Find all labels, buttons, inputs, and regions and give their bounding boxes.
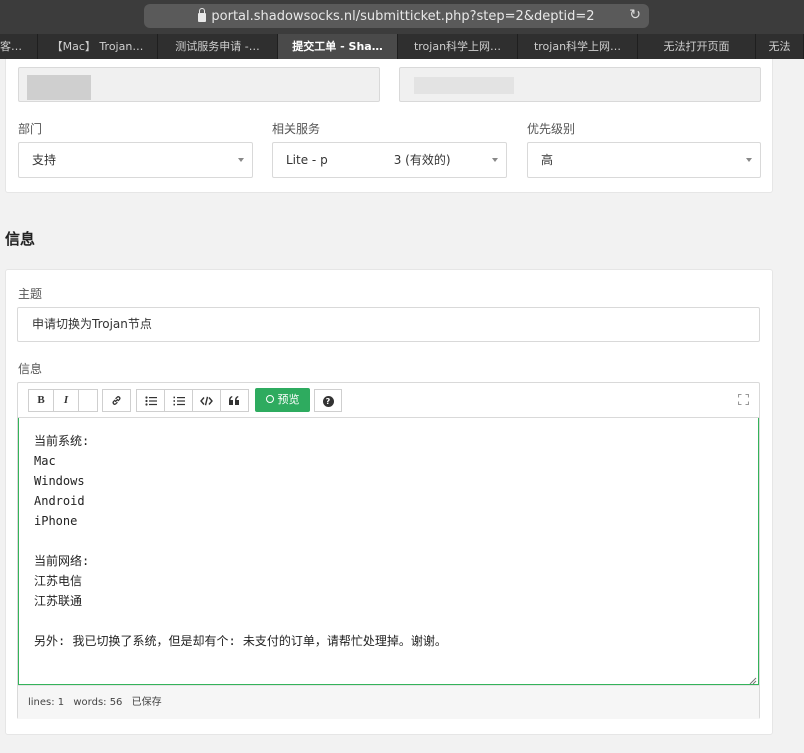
quote-icon — [229, 396, 239, 405]
url-text: portal.shadowsocks.nl/submitticket.php?s… — [211, 8, 595, 24]
priority-value: 高 — [541, 153, 554, 167]
code-button[interactable] — [192, 389, 221, 412]
section-title: 信息 — [5, 230, 36, 248]
bullet-list-icon — [144, 396, 157, 406]
editor-statusbar: lines: 1 words: 56 已保存 — [18, 685, 759, 719]
line-count: lines: 1 — [28, 697, 65, 708]
editor-toolbar: B I 预览 ? — [18, 383, 759, 418]
link-icon — [112, 396, 121, 405]
bold-button[interactable]: B — [28, 389, 54, 412]
priority-label: 优先级别 — [527, 122, 576, 136]
italic-button[interactable]: I — [53, 389, 79, 412]
fullscreen-icon[interactable] — [738, 394, 749, 405]
caret-down-icon — [238, 158, 244, 162]
service-label: 相关服务 — [272, 122, 321, 136]
caret-down-icon — [746, 158, 752, 162]
redacted-block — [27, 75, 91, 100]
service-value-prefix: Lite - p — [286, 153, 328, 167]
browser-tab[interactable]: trojan科学上网… — [398, 34, 518, 59]
quote-button[interactable] — [220, 389, 249, 412]
numbered-list-button[interactable] — [164, 389, 193, 412]
department-value: 支持 — [32, 153, 57, 167]
message-textarea[interactable]: 当前系统: Mac Windows Android iPhone 当前网络: 江… — [18, 418, 759, 685]
caret-down-icon — [492, 158, 498, 162]
browser-tab[interactable]: 无法 — [756, 34, 804, 59]
service-value-suffix: 3 (有效的) — [393, 153, 451, 167]
browser-tab[interactable]: 客… — [0, 34, 38, 59]
browser-tab-active[interactable]: 提交工单 - Sha… — [278, 34, 398, 59]
message-label: 信息 — [18, 362, 43, 376]
word-count: words: 56 — [73, 697, 123, 708]
address-bar[interactable]: portal.shadowsocks.nl/submitticket.php?s… — [144, 4, 649, 28]
search-icon — [265, 395, 274, 403]
resize-handle-icon[interactable] — [749, 677, 757, 685]
tab-bar: 客… 【Mac】 Trojan… 测试服务申请 -… 提交工单 - Sha… t… — [0, 34, 804, 59]
code-icon — [200, 396, 213, 406]
ticket-details-card: 部门 支持 相关服务 Lite - p 3 (有效的) 优先级别 高 — [5, 59, 773, 193]
department-select[interactable]: 支持 — [18, 142, 253, 178]
browser-tab[interactable]: 测试服务申请 -… — [158, 34, 278, 59]
preview-button[interactable]: 预览 — [255, 388, 310, 412]
redacted-block — [414, 77, 514, 94]
autosave-status: 已保存 — [131, 697, 162, 708]
browser-tab[interactable]: 无法打开页面 — [638, 34, 756, 59]
lock-icon — [198, 7, 207, 22]
question-icon: ? — [322, 396, 334, 407]
bullet-list-button[interactable] — [136, 389, 165, 412]
numbered-list-icon — [173, 396, 185, 406]
subject-input[interactable]: 申请切换为Trojan节点 — [17, 307, 760, 342]
reload-icon[interactable]: ↻ — [629, 7, 641, 23]
preview-label: 预览 — [277, 393, 300, 406]
help-button[interactable]: ? — [314, 389, 342, 412]
name-field[interactable] — [18, 67, 380, 102]
email-field[interactable] — [399, 67, 761, 102]
browser-tab[interactable]: 【Mac】 Trojan… — [38, 34, 158, 59]
markdown-editor: B I 预览 ? 当前系统: Mac Windows Android iPhon… — [17, 382, 760, 719]
redacted-block — [327, 153, 394, 168]
link-button[interactable] — [102, 389, 131, 412]
subject-label: 主题 — [18, 287, 43, 301]
heading-button[interactable] — [78, 389, 98, 412]
service-select[interactable]: Lite - p 3 (有效的) — [272, 142, 507, 178]
department-label: 部门 — [18, 122, 43, 136]
priority-select[interactable]: 高 — [527, 142, 761, 178]
browser-toolbar: portal.shadowsocks.nl/submitticket.php?s… — [0, 0, 804, 34]
browser-tab[interactable]: trojan科学上网… — [518, 34, 638, 59]
